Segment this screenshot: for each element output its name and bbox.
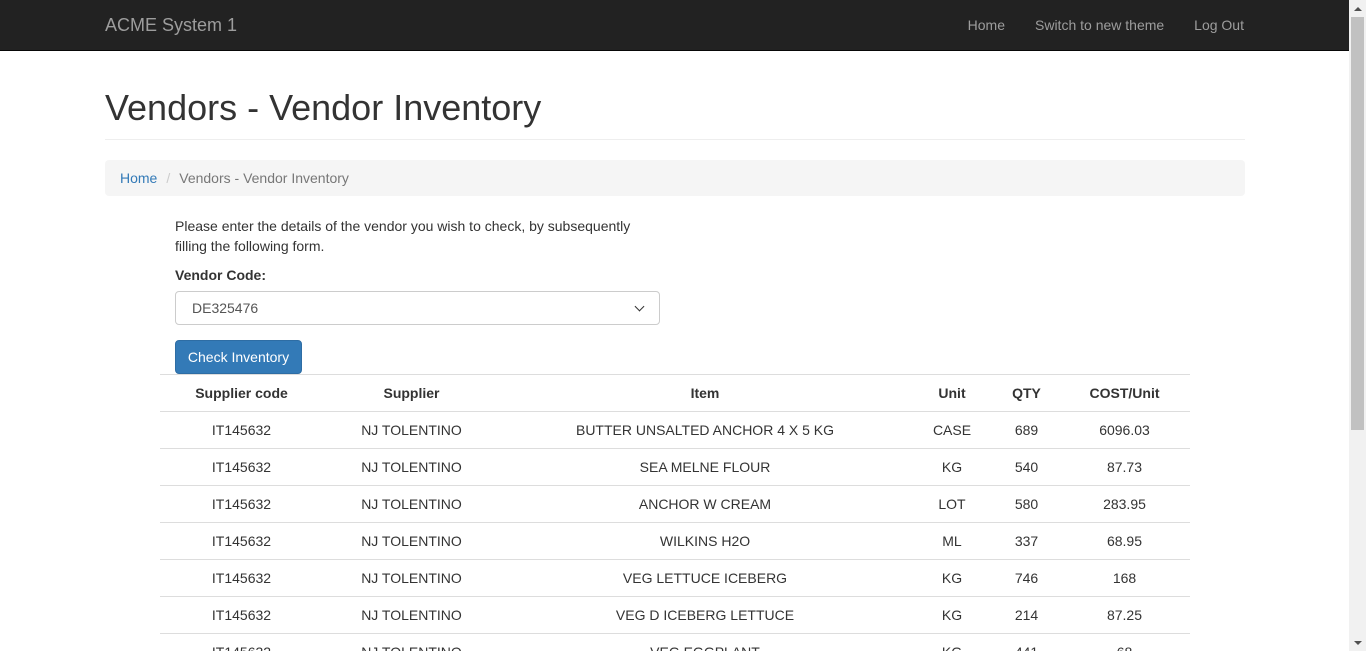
cell-supplier: NJ TOLENTINO	[323, 485, 500, 523]
cell-cost-unit: 87.73	[1059, 448, 1190, 486]
header-qty: QTY	[994, 374, 1059, 412]
header-unit: Unit	[910, 374, 994, 412]
brand-link[interactable]: ACME System 1	[105, 14, 237, 36]
top-navbar: ACME System 1 Home Switch to new theme L…	[0, 0, 1349, 51]
vendor-code-select[interactable]: DE325476	[175, 291, 660, 325]
cell-supplier-code: IT145632	[160, 559, 323, 597]
cell-item: WILKINS H2O	[500, 522, 910, 560]
cell-qty: 540	[994, 448, 1059, 486]
cell-item: BUTTER UNSALTED ANCHOR 4 X 5 KG	[500, 411, 910, 449]
cell-unit: KG	[910, 559, 994, 597]
table-row: IT145632 NJ TOLENTINO SEA MELNE FLOUR KG…	[160, 448, 1190, 486]
cell-supplier: NJ TOLENTINO	[323, 596, 500, 634]
cell-item: VEG EGGPLANT	[500, 633, 910, 651]
header-item: Item	[500, 374, 910, 412]
cell-item: SEA MELNE FLOUR	[500, 448, 910, 486]
title-divider	[105, 139, 1245, 140]
nav-logout-link[interactable]: Log Out	[1179, 0, 1244, 50]
header-supplier-code: Supplier code	[160, 374, 323, 412]
cell-supplier-code: IT145632	[160, 596, 323, 634]
form-intro-text: Please enter the details of the vendor y…	[175, 218, 631, 254]
table-row: IT145632 NJ TOLENTINO VEG EGGPLANT KG 44…	[160, 633, 1190, 651]
cell-unit: KG	[910, 448, 994, 486]
cell-cost-unit: 283.95	[1059, 485, 1190, 523]
cell-qty: 580	[994, 485, 1059, 523]
cell-unit: LOT	[910, 485, 994, 523]
cell-qty: 689	[994, 411, 1059, 449]
breadcrumb-current: Vendors - Vendor Inventory	[179, 170, 349, 186]
cell-unit: ML	[910, 522, 994, 560]
nav-home-link[interactable]: Home	[953, 0, 1020, 50]
scroll-down-arrow-icon[interactable]	[1349, 634, 1366, 651]
cell-unit: KG	[910, 633, 994, 651]
cell-supplier-code: IT145632	[160, 633, 323, 651]
table-row: IT145632 NJ TOLENTINO ANCHOR W CREAM LOT…	[160, 485, 1190, 523]
inventory-table: Supplier code Supplier Item Unit QTY COS…	[160, 374, 1190, 651]
header-supplier: Supplier	[323, 374, 500, 412]
cell-qty: 441	[994, 633, 1059, 651]
vendor-code-label: Vendor Code:	[175, 267, 267, 283]
cell-supplier: NJ TOLENTINO	[323, 633, 500, 651]
cell-supplier-code: IT145632	[160, 485, 323, 523]
check-inventory-button[interactable]: Check Inventory	[175, 340, 302, 374]
cell-qty: 746	[994, 559, 1059, 597]
cell-supplier: NJ TOLENTINO	[323, 559, 500, 597]
table-row: IT145632 NJ TOLENTINO BUTTER UNSALTED AN…	[160, 411, 1190, 449]
chevron-down-icon	[634, 301, 645, 311]
table-header-row: Supplier code Supplier Item Unit QTY COS…	[160, 374, 1190, 412]
cell-cost-unit: 68.95	[1059, 522, 1190, 560]
cell-supplier-code: IT145632	[160, 411, 323, 449]
table-row: IT145632 NJ TOLENTINO VEG LETTUCE ICEBER…	[160, 559, 1190, 597]
nav-switch-theme-link[interactable]: Switch to new theme	[1020, 0, 1179, 50]
header-cost-unit: COST/Unit	[1059, 374, 1190, 412]
table-row: IT145632 NJ TOLENTINO WILKINS H2O ML 337…	[160, 522, 1190, 560]
nav-links: Home Switch to new theme Log Out	[953, 0, 1244, 50]
cell-item: VEG D ICEBERG LETTUCE	[500, 596, 910, 634]
table-row: IT145632 NJ TOLENTINO VEG D ICEBERG LETT…	[160, 596, 1190, 634]
cell-qty: 337	[994, 522, 1059, 560]
cell-qty: 214	[994, 596, 1059, 634]
breadcrumb-separator: /	[166, 170, 171, 186]
scrollbar-thumb[interactable]	[1351, 17, 1364, 430]
cell-supplier-code: IT145632	[160, 522, 323, 560]
page-title: Vendors - Vendor Inventory	[105, 87, 542, 128]
cell-supplier-code: IT145632	[160, 448, 323, 486]
breadcrumb-home-link[interactable]: Home	[120, 170, 157, 186]
cell-supplier: NJ TOLENTINO	[323, 448, 500, 486]
breadcrumb: Home / Vendors - Vendor Inventory	[105, 160, 1245, 196]
cell-unit: KG	[910, 596, 994, 634]
cell-cost-unit: 6096.03	[1059, 411, 1190, 449]
cell-cost-unit: 68	[1059, 633, 1190, 651]
scroll-up-arrow-icon[interactable]	[1349, 0, 1366, 17]
cell-supplier: NJ TOLENTINO	[323, 522, 500, 560]
vendor-code-selected-value: DE325476	[192, 300, 259, 316]
cell-unit: CASE	[910, 411, 994, 449]
cell-cost-unit: 168	[1059, 559, 1190, 597]
cell-cost-unit: 87.25	[1059, 596, 1190, 634]
cell-item: ANCHOR W CREAM	[500, 485, 910, 523]
cell-item: VEG LETTUCE ICEBERG	[500, 559, 910, 597]
cell-supplier: NJ TOLENTINO	[323, 411, 500, 449]
page-scrollbar[interactable]	[1349, 0, 1366, 651]
